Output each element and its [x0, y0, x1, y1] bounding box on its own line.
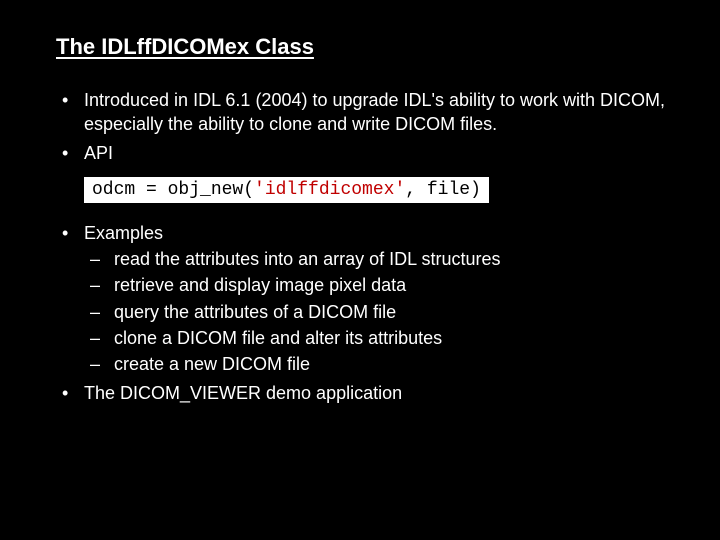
slide-title: The IDLffDICOMex Class [56, 34, 672, 60]
sub-item-1: read the attributes into an array of IDL… [84, 247, 672, 271]
code-string: 'idlffdicomex' [254, 180, 405, 200]
code-pre: odcm = obj_new( [92, 180, 254, 200]
examples-sublist: read the attributes into an array of IDL… [84, 247, 672, 376]
bullet-list: Introduced in IDL 6.1 (2004) to upgrade … [56, 88, 672, 165]
bullet-intro-text: Introduced in IDL 6.1 (2004) to upgrade … [84, 90, 665, 134]
bullet-api-text: API [84, 143, 113, 163]
code-line: odcm = obj_new('idlffdicomex', file) [84, 177, 489, 203]
bullet-examples-text: Examples [84, 223, 163, 243]
slide: The IDLffDICOMex Class Introduced in IDL… [0, 0, 720, 437]
bullet-intro: Introduced in IDL 6.1 (2004) to upgrade … [56, 88, 672, 137]
code-post: , file) [405, 180, 481, 200]
sub-item-4: clone a DICOM file and alter its attribu… [84, 326, 672, 350]
bullet-demo: The DICOM_VIEWER demo application [56, 381, 672, 405]
sub-item-3: query the attributes of a DICOM file [84, 300, 672, 324]
bullet-list-2: Examples read the attributes into an arr… [56, 221, 672, 405]
bullet-examples: Examples read the attributes into an arr… [56, 221, 672, 377]
sub-item-2: retrieve and display image pixel data [84, 273, 672, 297]
bullet-api: API [56, 141, 672, 165]
sub-item-5: create a new DICOM file [84, 352, 672, 376]
bullet-demo-text: The DICOM_VIEWER demo application [84, 383, 402, 403]
code-block: odcm = obj_new('idlffdicomex', file) [84, 177, 672, 203]
